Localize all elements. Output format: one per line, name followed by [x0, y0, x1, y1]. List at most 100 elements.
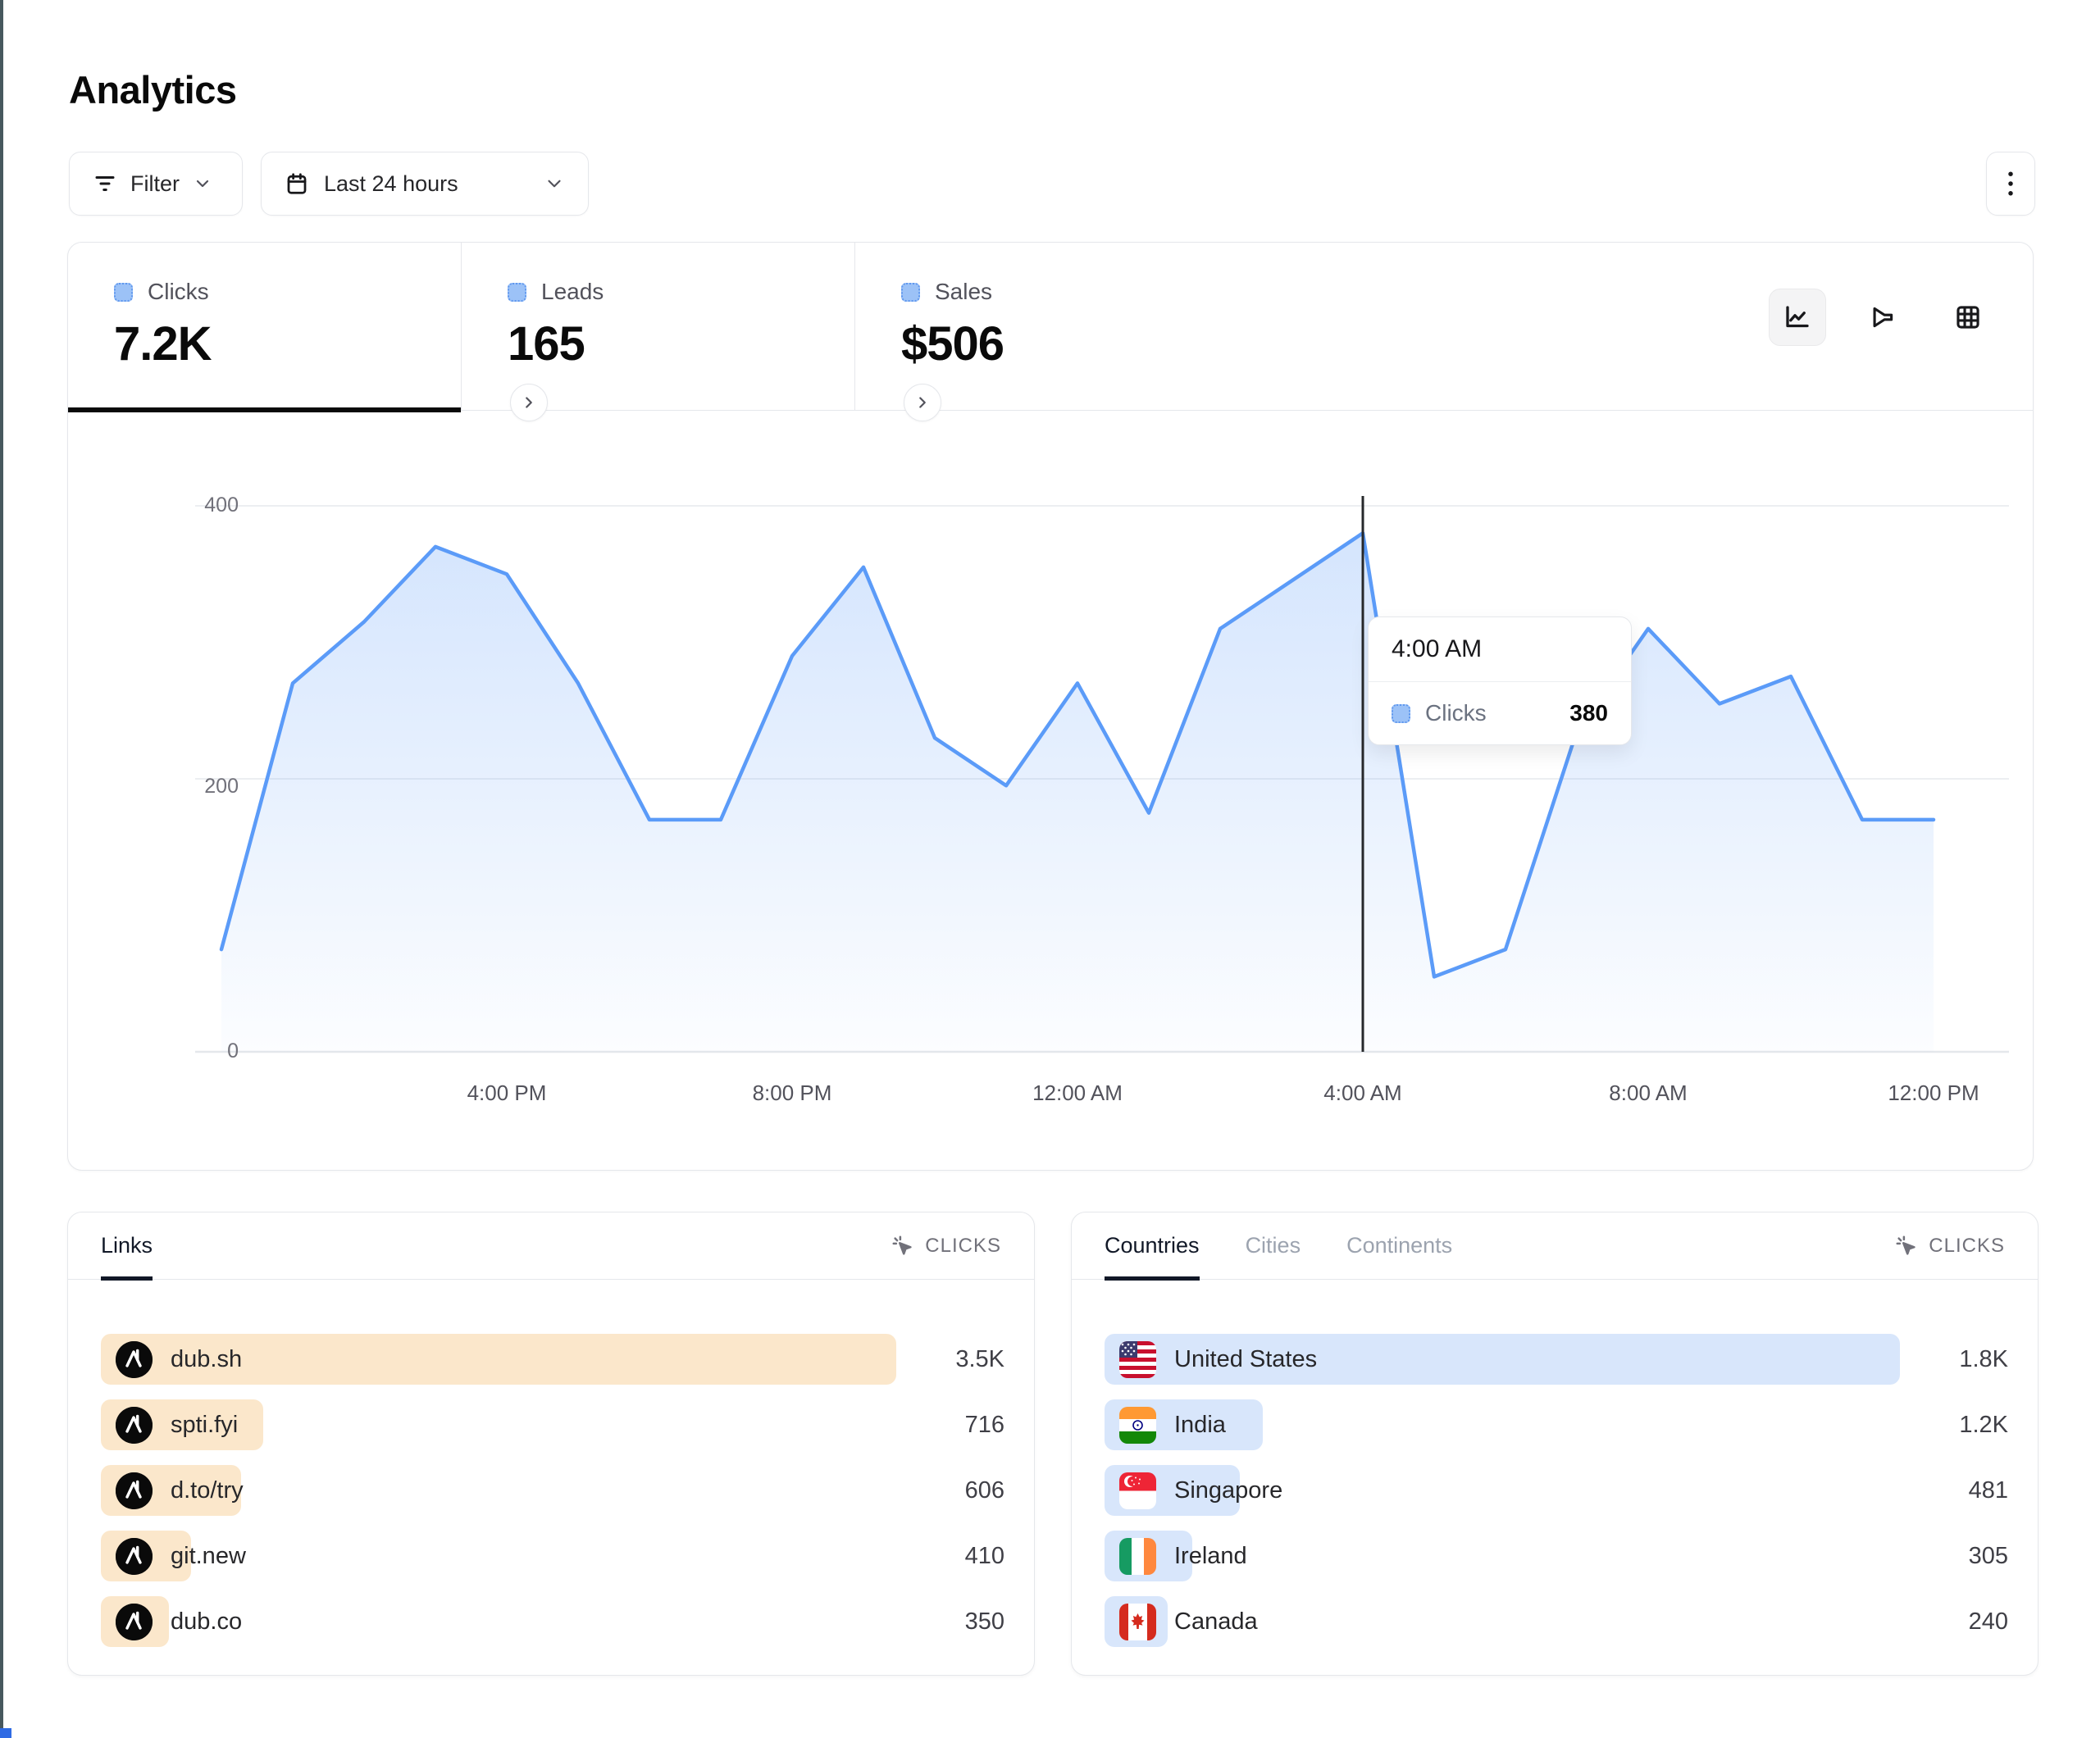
list-item[interactable]: Canada240 [1105, 1596, 2008, 1647]
row-value: 606 [965, 1477, 1004, 1504]
sales-legend-swatch [901, 283, 920, 302]
row-value: 240 [1969, 1608, 2008, 1636]
us-flag-icon [1119, 1341, 1156, 1378]
links-panel: Links CLICKS dub.sh 3.5K spti.fyi 716 d.to/t… [67, 1212, 1035, 1676]
clicks-value: 7.2K [114, 316, 461, 371]
x-axis-tick: 8:00 AM [1609, 1081, 1687, 1106]
clicks-legend-swatch [114, 283, 133, 302]
tooltip-time: 4:00 AM [1369, 617, 1631, 682]
row-value: 716 [965, 1412, 1004, 1439]
list-item[interactable]: India 1.2K [1105, 1399, 2008, 1450]
row-value: 305 [1969, 1543, 2008, 1570]
list-item[interactable]: United States 1.8K [1105, 1334, 2008, 1385]
list-item[interactable]: Ireland 305 [1105, 1531, 2008, 1581]
list-item[interactable]: Singapore 481 [1105, 1465, 2008, 1516]
tab-cities[interactable]: Cities [1246, 1213, 1301, 1279]
row-value: 3.5K [955, 1346, 1004, 1373]
x-axis-tick: 4:00 AM [1323, 1081, 1401, 1106]
funnel-view-button[interactable] [1854, 289, 1911, 346]
table-grid-icon [1954, 303, 1982, 331]
list-item[interactable]: spti.fyi 716 [101, 1399, 1004, 1450]
links-metric-selector[interactable]: CLICKS [891, 1234, 1001, 1258]
clicks-area-chart[interactable] [195, 484, 2009, 1058]
y-axis-tick: 0 [165, 1040, 239, 1063]
filter-button-label: Filter [130, 171, 180, 197]
dub-logo-icon [116, 1407, 153, 1444]
cursor-click-icon [891, 1234, 915, 1258]
chevron-down-icon [193, 174, 212, 193]
leads-value: 165 [508, 316, 854, 371]
date-range-button[interactable]: Last 24 hours [261, 152, 589, 216]
countries-metric-selector[interactable]: CLICKS [1894, 1234, 2005, 1258]
links-metric-label: CLICKS [925, 1235, 1001, 1258]
metric-label: Leads [541, 279, 604, 305]
chevron-right-icon [520, 394, 538, 412]
row-label: India [1174, 1412, 1226, 1439]
line-chart-icon [1783, 303, 1812, 332]
tab-clicks[interactable]: Clicks 7.2K [68, 243, 462, 410]
row-label: spti.fyi [171, 1412, 238, 1439]
table-view-button[interactable] [1939, 289, 1997, 346]
tooltip-value: 380 [1569, 700, 1608, 726]
dub-logo-icon [116, 1538, 153, 1575]
row-value: 350 [965, 1608, 1004, 1636]
page-title: Analytics [69, 67, 236, 112]
tab-links[interactable]: Links [101, 1213, 153, 1279]
x-axis-tick: 12:00 PM [1888, 1081, 1979, 1106]
list-item[interactable]: git.new 410 [101, 1531, 1004, 1581]
funnel-icon [1869, 303, 1897, 331]
metric-label: Clicks [148, 279, 209, 305]
chart-view-switcher [1769, 289, 1997, 346]
line-chart-view-button[interactable] [1769, 289, 1826, 346]
expand-leads-button[interactable] [904, 384, 941, 421]
analytics-page: Analytics Filter Last 24 hours [0, 0, 2100, 1738]
cursor-click-icon [1894, 1234, 1919, 1258]
row-label: United States [1174, 1346, 1317, 1373]
row-value: 481 [1969, 1477, 2008, 1504]
row-label: git.new [171, 1543, 246, 1570]
filter-bars-icon [93, 171, 117, 196]
row-label: dub.co [171, 1608, 242, 1636]
row-value: 1.8K [1959, 1346, 2008, 1373]
row-label: Singapore [1174, 1477, 1282, 1504]
dub-logo-icon [116, 1604, 153, 1640]
dub-logo-icon [116, 1472, 153, 1509]
tab-continents[interactable]: Continents [1346, 1213, 1452, 1279]
in-flag-icon [1119, 1407, 1156, 1444]
list-item[interactable]: dub.sh 3.5K [101, 1334, 1004, 1385]
chevron-down-icon [544, 173, 565, 194]
clicks-legend-swatch [1392, 704, 1410, 723]
metric-label: Sales [935, 279, 992, 305]
y-axis-tick: 200 [165, 775, 239, 798]
tooltip-series-label: Clicks [1425, 700, 1487, 726]
row-label: dub.sh [171, 1346, 242, 1373]
row-value: 410 [965, 1543, 1004, 1570]
ca-flag-icon [1119, 1604, 1156, 1640]
chevron-right-icon [913, 394, 932, 412]
leads-legend-swatch [508, 283, 526, 302]
ie-flag-icon [1119, 1538, 1156, 1575]
row-value: 1.2K [1959, 1412, 2008, 1439]
countries-metric-label: CLICKS [1929, 1235, 2005, 1258]
area-fill [221, 533, 1934, 1052]
tab-countries[interactable]: Countries [1105, 1213, 1200, 1279]
kebab-menu-icon [2000, 170, 2021, 198]
row-label: Ireland [1174, 1543, 1247, 1570]
dub-logo-icon [116, 1341, 153, 1378]
date-range-label: Last 24 hours [324, 171, 458, 197]
list-item[interactable]: dub.co 350 [101, 1596, 1004, 1647]
more-options-button[interactable] [1986, 152, 2035, 216]
metric-tabs: Clicks 7.2K Leads 165 Sales $506 [68, 243, 2033, 411]
chart-tooltip: 4:00 AM Clicks 380 [1368, 616, 1632, 745]
x-axis-tick: 12:00 AM [1032, 1081, 1123, 1106]
countries-panel: Countries Cities Continents CLICKS Unite… [1071, 1212, 2039, 1676]
sales-value: $506 [901, 316, 1249, 371]
window-edge-strip [0, 0, 3, 1738]
filter-button[interactable]: Filter [69, 152, 243, 216]
row-label: d.to/try [171, 1477, 244, 1504]
active-tab-underline [68, 407, 461, 412]
list-item[interactable]: d.to/try 606 [101, 1465, 1004, 1516]
expand-clicks-button[interactable] [510, 384, 548, 421]
x-axis-tick: 4:00 PM [467, 1081, 547, 1106]
sg-flag-icon [1119, 1472, 1156, 1509]
